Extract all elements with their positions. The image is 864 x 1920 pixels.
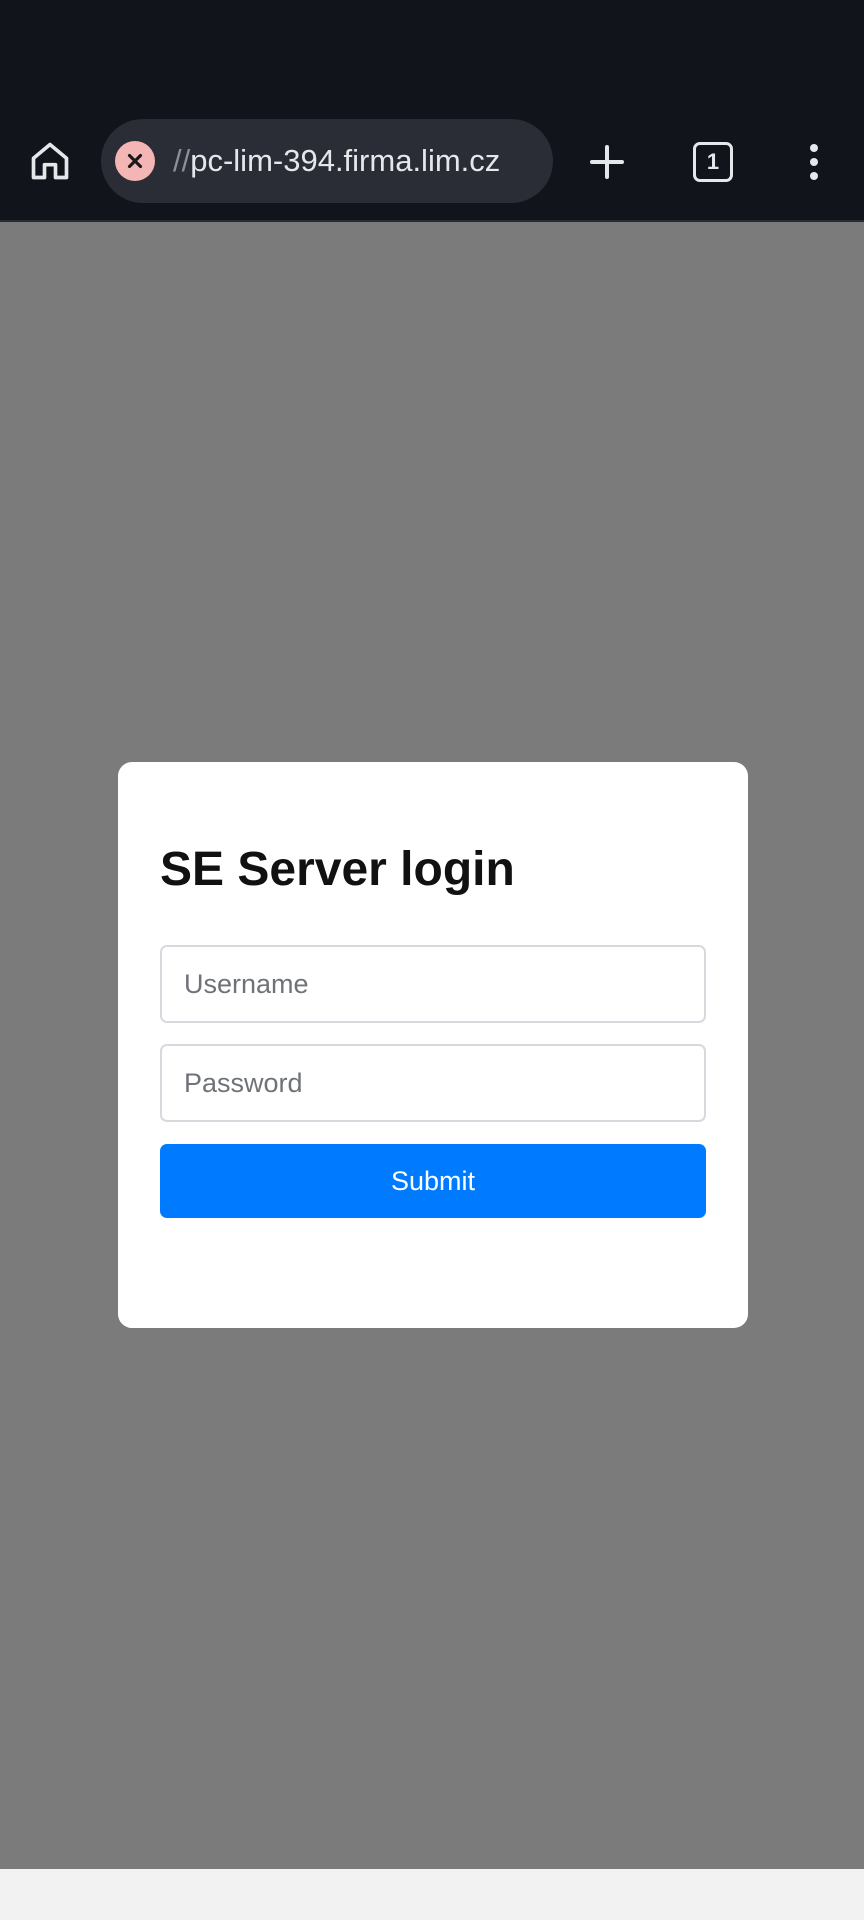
tab-switcher-button[interactable]: 1 <box>684 133 742 191</box>
more-vert-icon <box>810 144 818 180</box>
plus-icon <box>590 145 624 179</box>
not-secure-icon[interactable] <box>115 141 155 181</box>
tab-switcher-icon: 1 <box>693 142 733 182</box>
password-input[interactable] <box>160 1044 706 1122</box>
url-scheme: // <box>173 143 191 178</box>
login-card: SE Server login Submit <box>118 762 748 1328</box>
menu-button[interactable] <box>786 133 842 191</box>
url-host: pc-lim-394.firma.lim.cz <box>190 143 501 178</box>
new-tab-button[interactable] <box>578 133 636 191</box>
tab-count: 1 <box>706 149 720 174</box>
bottom-bar <box>0 1869 864 1920</box>
home-button[interactable] <box>22 133 78 189</box>
submit-button[interactable]: Submit <box>160 1144 706 1218</box>
status-bar <box>0 0 864 110</box>
address-bar[interactable]: //pc-lim-394.firma.lim.cz <box>101 119 553 203</box>
home-icon <box>31 142 69 180</box>
login-title: SE Server login <box>160 843 515 896</box>
url-text[interactable]: //pc-lim-394.firma.lim.cz <box>173 143 500 179</box>
username-input[interactable] <box>160 945 706 1023</box>
